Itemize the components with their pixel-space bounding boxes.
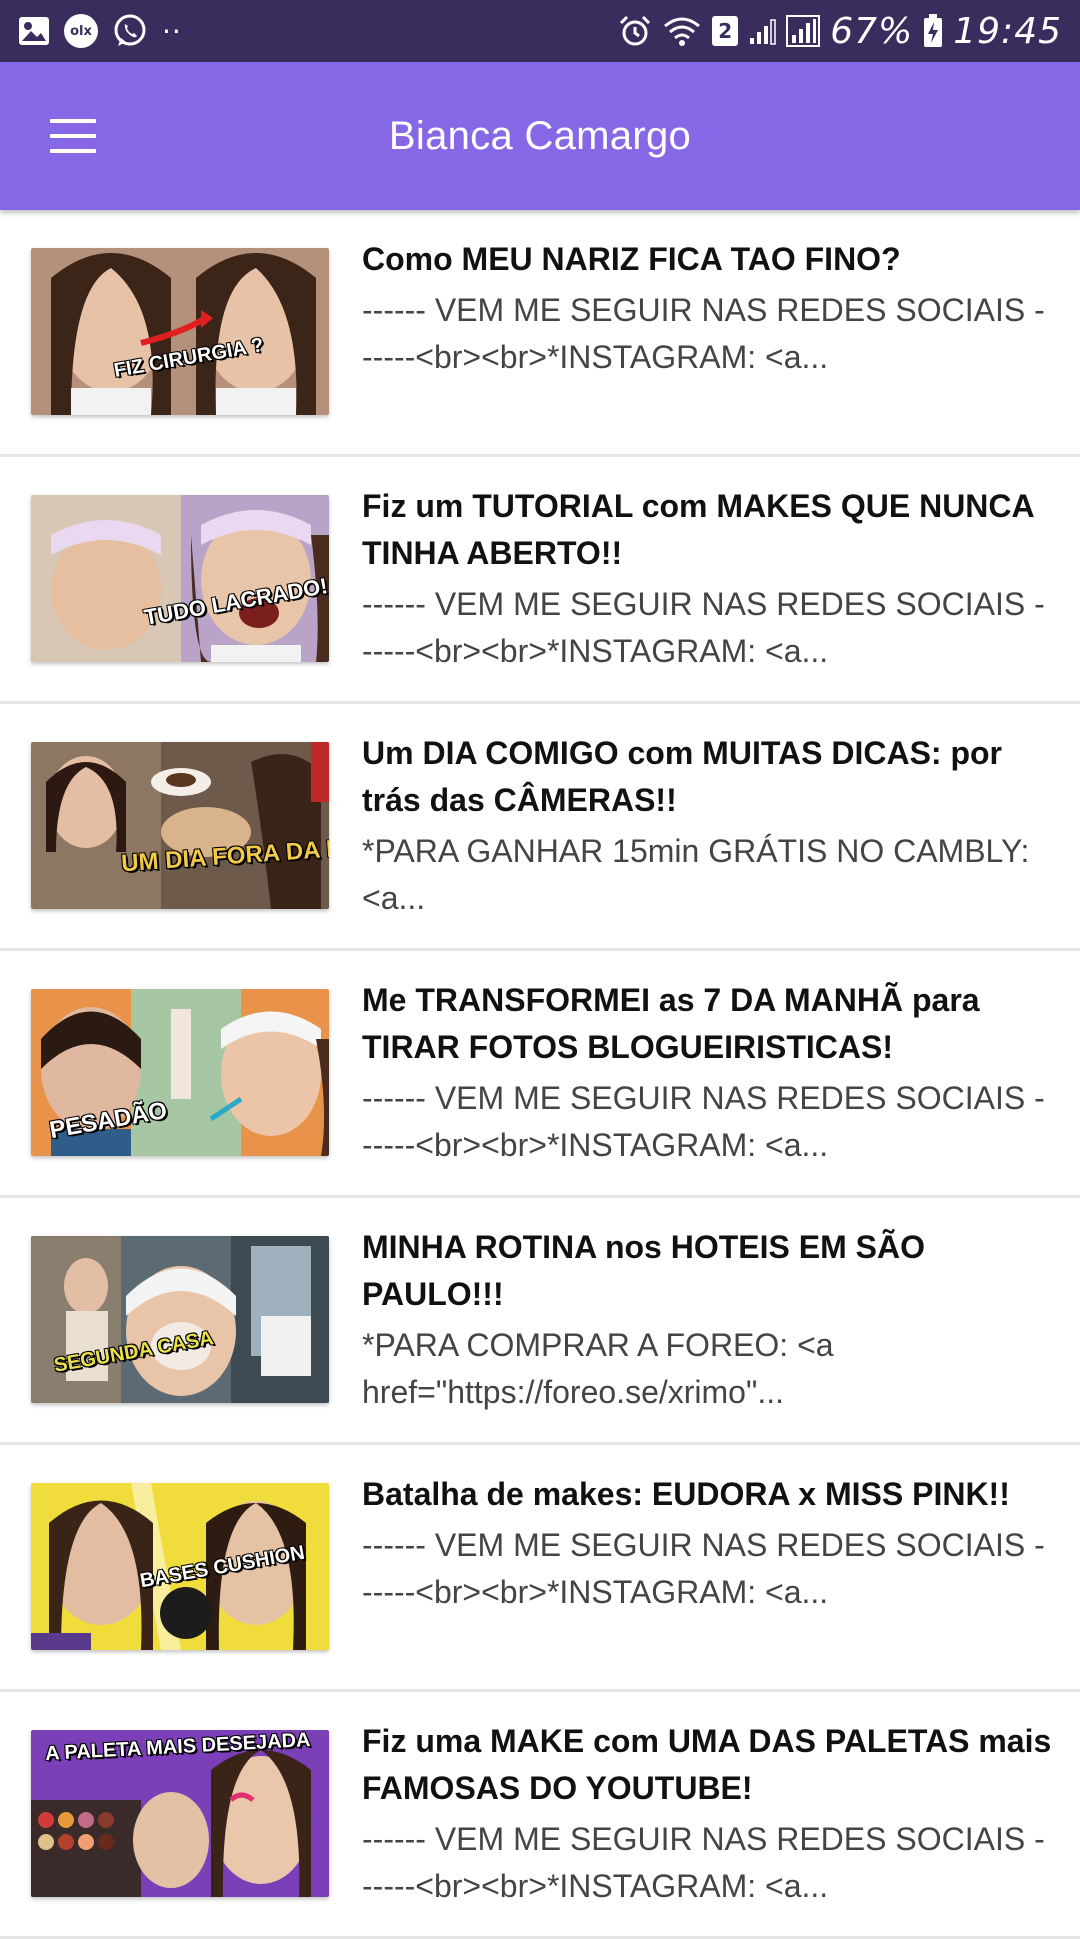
video-text: Como MEU NARIZ FICA TAO FINO? ------ VEM… <box>362 236 1052 381</box>
image-icon <box>18 16 50 46</box>
video-description: ------ VEM ME SEGUIR NAS REDES SOCIAIS -… <box>362 292 1045 375</box>
video-thumbnail[interactable]: PESADÃO <box>31 989 329 1156</box>
video-thumbnail[interactable]: BASES CUSHION <box>31 1483 329 1650</box>
video-title: Me TRANSFORMEI as 7 DA MANHÃ para TIRAR … <box>362 982 980 1065</box>
video-thumbnail[interactable]: UM DIA FORA DA ROTINA <box>31 742 329 909</box>
battery-charging-icon <box>923 14 943 48</box>
video-title: Como MEU NARIZ FICA TAO FINO? <box>362 241 901 277</box>
battery-percent: 67% <box>830 10 914 52</box>
video-item[interactable]: FIZ CIRURGIA ? Como MEU NARIZ FICA TAO F… <box>0 210 1080 457</box>
sim-2-icon: 2 <box>712 16 739 46</box>
status-bar: olx ·· 2 67% 19:45 <box>0 0 1080 62</box>
video-description: *PARA COMPRAR A FOREO: <a href="https://… <box>362 1327 834 1410</box>
video-thumbnail[interactable]: TUDO LACRADO! <box>31 495 329 662</box>
page-title: Bianca Camargo <box>388 113 692 158</box>
signal-weak-icon <box>748 16 776 46</box>
video-thumbnail[interactable]: SEGUNDA CASA <box>31 1236 329 1403</box>
video-text: Fiz um TUTORIAL com MAKES QUE NUNCA TINH… <box>362 483 1052 675</box>
video-item[interactable]: BASES CUSHION Batalha de makes: EUDORA x… <box>0 1445 1080 1692</box>
video-title: MINHA ROTINA nos HOTEIS EM SÃO PAULO!!! <box>362 1229 925 1312</box>
video-description: ------ VEM ME SEGUIR NAS REDES SOCIAIS -… <box>362 1527 1045 1610</box>
wifi-icon <box>662 15 702 47</box>
video-item[interactable]: PESADÃO Me TRANSFORMEI as 7 DA MANHÃ par… <box>0 951 1080 1198</box>
clock: 19:45 <box>953 10 1062 52</box>
video-description: *PARA GANHAR 15min GRÁTIS NO CAMBLY: <a.… <box>362 833 1030 916</box>
video-title: Fiz um TUTORIAL com MAKES QUE NUNCA TINH… <box>362 488 1034 571</box>
olx-icon: olx <box>64 14 98 48</box>
video-text: Um DIA COMIGO com MUITAS DICAS: por trás… <box>362 730 1052 922</box>
video-thumbnail[interactable]: FIZ CIRURGIA ? <box>31 248 329 415</box>
video-item[interactable]: SEGUNDA CASA MINHA ROTINA nos HOTEIS EM … <box>0 1198 1080 1445</box>
video-text: MINHA ROTINA nos HOTEIS EM SÃO PAULO!!! … <box>362 1224 1052 1416</box>
status-bar-left: olx ·· <box>18 13 182 49</box>
whatsapp-icon <box>112 13 148 49</box>
video-text: Batalha de makes: EUDORA x MISS PINK!! -… <box>362 1471 1052 1616</box>
video-thumbnail[interactable]: A PALETA MAIS DESEJADA <box>31 1730 329 1897</box>
video-item[interactable]: TUDO LACRADO! Fiz um TUTORIAL com MAKES … <box>0 457 1080 704</box>
video-title: Fiz uma MAKE com UMA DAS PALETAS mais FA… <box>362 1723 1052 1806</box>
alarm-icon <box>618 14 652 48</box>
video-description: ------ VEM ME SEGUIR NAS REDES SOCIAIS -… <box>362 1080 1045 1163</box>
app-bar: Bianca Camargo <box>0 62 1080 210</box>
status-bar-right: 2 67% 19:45 <box>618 11 1062 52</box>
video-title: Batalha de makes: EUDORA x MISS PINK!! <box>362 1476 1010 1512</box>
more-dots-icon: ·· <box>162 14 182 48</box>
video-item[interactable]: UM DIA FORA DA ROTINA Um DIA COMIGO com … <box>0 704 1080 951</box>
video-description: ------ VEM ME SEGUIR NAS REDES SOCIAIS -… <box>362 1821 1045 1904</box>
video-description: ------ VEM ME SEGUIR NAS REDES SOCIAIS -… <box>362 586 1045 669</box>
video-item[interactable]: A PALETA MAIS DESEJADA Fiz uma MAKE com … <box>0 1692 1080 1939</box>
video-text: Fiz uma MAKE com UMA DAS PALETAS mais FA… <box>362 1718 1052 1910</box>
video-list: FIZ CIRURGIA ? Como MEU NARIZ FICA TAO F… <box>0 210 1080 1939</box>
video-text: Me TRANSFORMEI as 7 DA MANHÃ para TIRAR … <box>362 977 1052 1169</box>
signal-icon <box>786 15 821 47</box>
video-title: Um DIA COMIGO com MUITAS DICAS: por trás… <box>362 735 1002 818</box>
